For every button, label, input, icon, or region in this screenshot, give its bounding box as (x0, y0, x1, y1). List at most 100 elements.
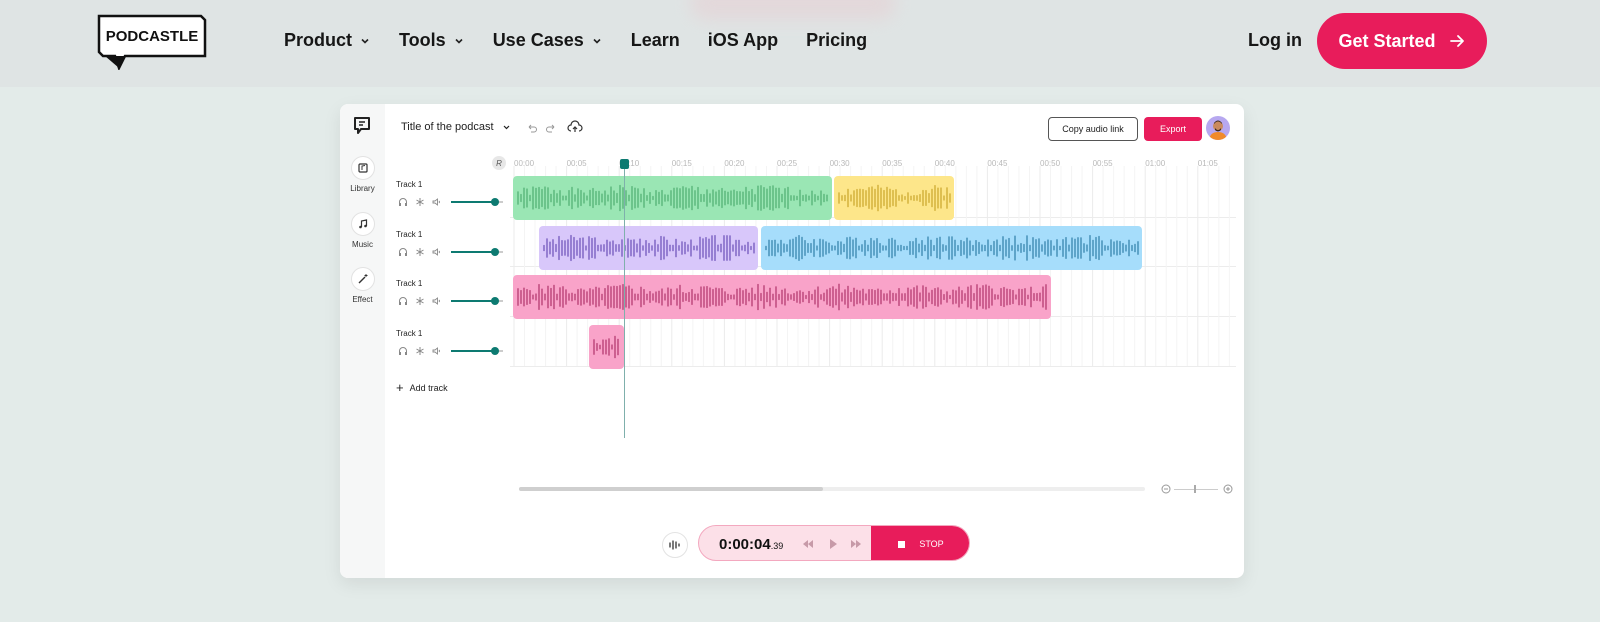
volume-icon[interactable] (432, 296, 442, 306)
headphones-icon[interactable] (398, 247, 408, 257)
menu-ios-app-label: iOS App (707, 30, 779, 50)
audio-clip[interactable] (589, 325, 624, 369)
get-started-button[interactable]: Get Started (1317, 13, 1487, 69)
audio-clip[interactable] (539, 226, 758, 270)
volume-knob[interactable] (491, 346, 500, 355)
audio-clip[interactable] (834, 176, 954, 220)
zoom-slider[interactable] (1160, 483, 1238, 495)
zoom-in-icon[interactable] (1222, 483, 1234, 495)
magic-wand-icon (358, 274, 368, 284)
track-controls (398, 346, 503, 356)
time-main: 0:00:04 (719, 536, 771, 553)
scrollbar-thumb[interactable] (519, 487, 823, 491)
editor-preview: Library Music Effect Title of the podcas… (340, 104, 1244, 578)
playback-time: 0:00:04.39 (719, 536, 783, 553)
redo-icon[interactable] (545, 122, 557, 134)
volume-knob[interactable] (491, 198, 500, 206)
effect-button[interactable] (351, 267, 375, 291)
freeze-icon[interactable] (415, 296, 425, 306)
zoom-handle[interactable] (1194, 485, 1196, 493)
undo-icon[interactable] (526, 122, 538, 134)
main-menu: Product Tools Use Cases Learn iOS App Pr… (284, 30, 895, 51)
library-icon (358, 163, 368, 173)
volume-icon[interactable] (432, 197, 442, 207)
volume-icon[interactable] (432, 247, 442, 257)
track-controls (398, 296, 503, 306)
volume-icon[interactable] (432, 346, 442, 356)
plus-icon: + (396, 380, 404, 395)
get-started-label: Get Started (1338, 30, 1436, 51)
playhead-handle[interactable] (620, 159, 629, 169)
nav-decoration (690, 0, 896, 20)
volume-fill (451, 349, 496, 352)
time-ms: .39 (770, 541, 784, 551)
export-button[interactable]: Export (1144, 117, 1202, 141)
playhead[interactable] (624, 166, 625, 438)
menu-learn-label: Learn (630, 30, 680, 50)
freeze-icon[interactable] (415, 346, 425, 356)
track-name: Track 1 (396, 229, 423, 239)
copy-audio-link-button[interactable]: Copy audio link (1048, 117, 1138, 141)
menu-use-cases-label: Use Cases (492, 30, 584, 50)
menu-pricing[interactable]: Pricing (806, 30, 867, 51)
chevron-down-icon (593, 38, 601, 44)
podcast-title-dropdown[interactable]: Title of the podcast (401, 121, 511, 133)
audio-clip[interactable] (513, 176, 832, 220)
audio-clip[interactable] (513, 275, 1051, 319)
track-controls (398, 247, 503, 257)
volume-knob[interactable] (491, 247, 500, 256)
waveform-icon (669, 540, 680, 550)
podcastle-mark-icon (354, 117, 370, 134)
cloud-upload-icon[interactable] (567, 120, 583, 134)
headphones-icon[interactable] (398, 296, 408, 306)
audio-clip[interactable] (761, 226, 1142, 270)
library-button[interactable] (351, 156, 375, 180)
menu-product[interactable]: Product (284, 30, 371, 51)
menu-use-cases[interactable]: Use Cases (493, 30, 603, 51)
menu-pricing-label: Pricing (806, 30, 868, 50)
add-track-label: Add track (409, 382, 448, 393)
menu-ios-app[interactable]: iOS App (708, 30, 778, 51)
track-controls (398, 197, 503, 207)
music-button[interactable] (351, 212, 375, 236)
chevron-down-icon (361, 38, 369, 44)
volume-slider[interactable] (451, 247, 503, 257)
volume-fill (451, 250, 496, 253)
stop-icon (898, 540, 906, 548)
login-link[interactable]: Log in (1248, 30, 1302, 51)
podcastle-logo[interactable]: PODCASTLE (97, 14, 207, 70)
zoom-out-icon[interactable] (1160, 483, 1172, 495)
headphones-icon[interactable] (398, 346, 408, 356)
chevron-down-icon (455, 38, 463, 44)
volume-slider[interactable] (451, 296, 503, 306)
rewind-icon[interactable] (801, 537, 815, 551)
playback-controls: 0:00:04.39 STOP (698, 525, 970, 561)
stop-button[interactable]: STOP (871, 526, 969, 560)
volume-fill (451, 201, 496, 203)
track-name: Track 1 (396, 279, 423, 289)
horizontal-scrollbar[interactable] (519, 487, 1145, 491)
fast-forward-icon[interactable] (849, 537, 863, 551)
volume-slider[interactable] (451, 346, 503, 356)
add-track-button[interactable]: + Add track (396, 380, 448, 395)
snap-toggle-icon[interactable]: R (492, 156, 506, 170)
menu-product-label: Product (284, 30, 353, 50)
headphones-icon[interactable] (398, 197, 408, 207)
noise-reduction-button[interactable] (662, 532, 688, 558)
freeze-icon[interactable] (415, 247, 425, 257)
freeze-icon[interactable] (415, 197, 425, 207)
menu-learn[interactable]: Learn (631, 30, 680, 51)
volume-slider[interactable] (451, 197, 503, 207)
menu-tools[interactable]: Tools (399, 30, 465, 51)
track-name: Track 1 (396, 328, 423, 338)
podcast-title: Title of the podcast (401, 121, 494, 133)
volume-fill (451, 300, 496, 303)
menu-tools-label: Tools (399, 30, 446, 50)
user-avatar-icon (1209, 120, 1227, 140)
play-icon[interactable] (826, 537, 840, 551)
top-nav: PODCASTLE Product Tools Use Cases Learn … (0, 0, 1600, 87)
music-label: Music (352, 240, 373, 249)
volume-knob[interactable] (491, 297, 500, 306)
avatar[interactable] (1206, 116, 1230, 140)
zoom-track (1174, 489, 1218, 490)
